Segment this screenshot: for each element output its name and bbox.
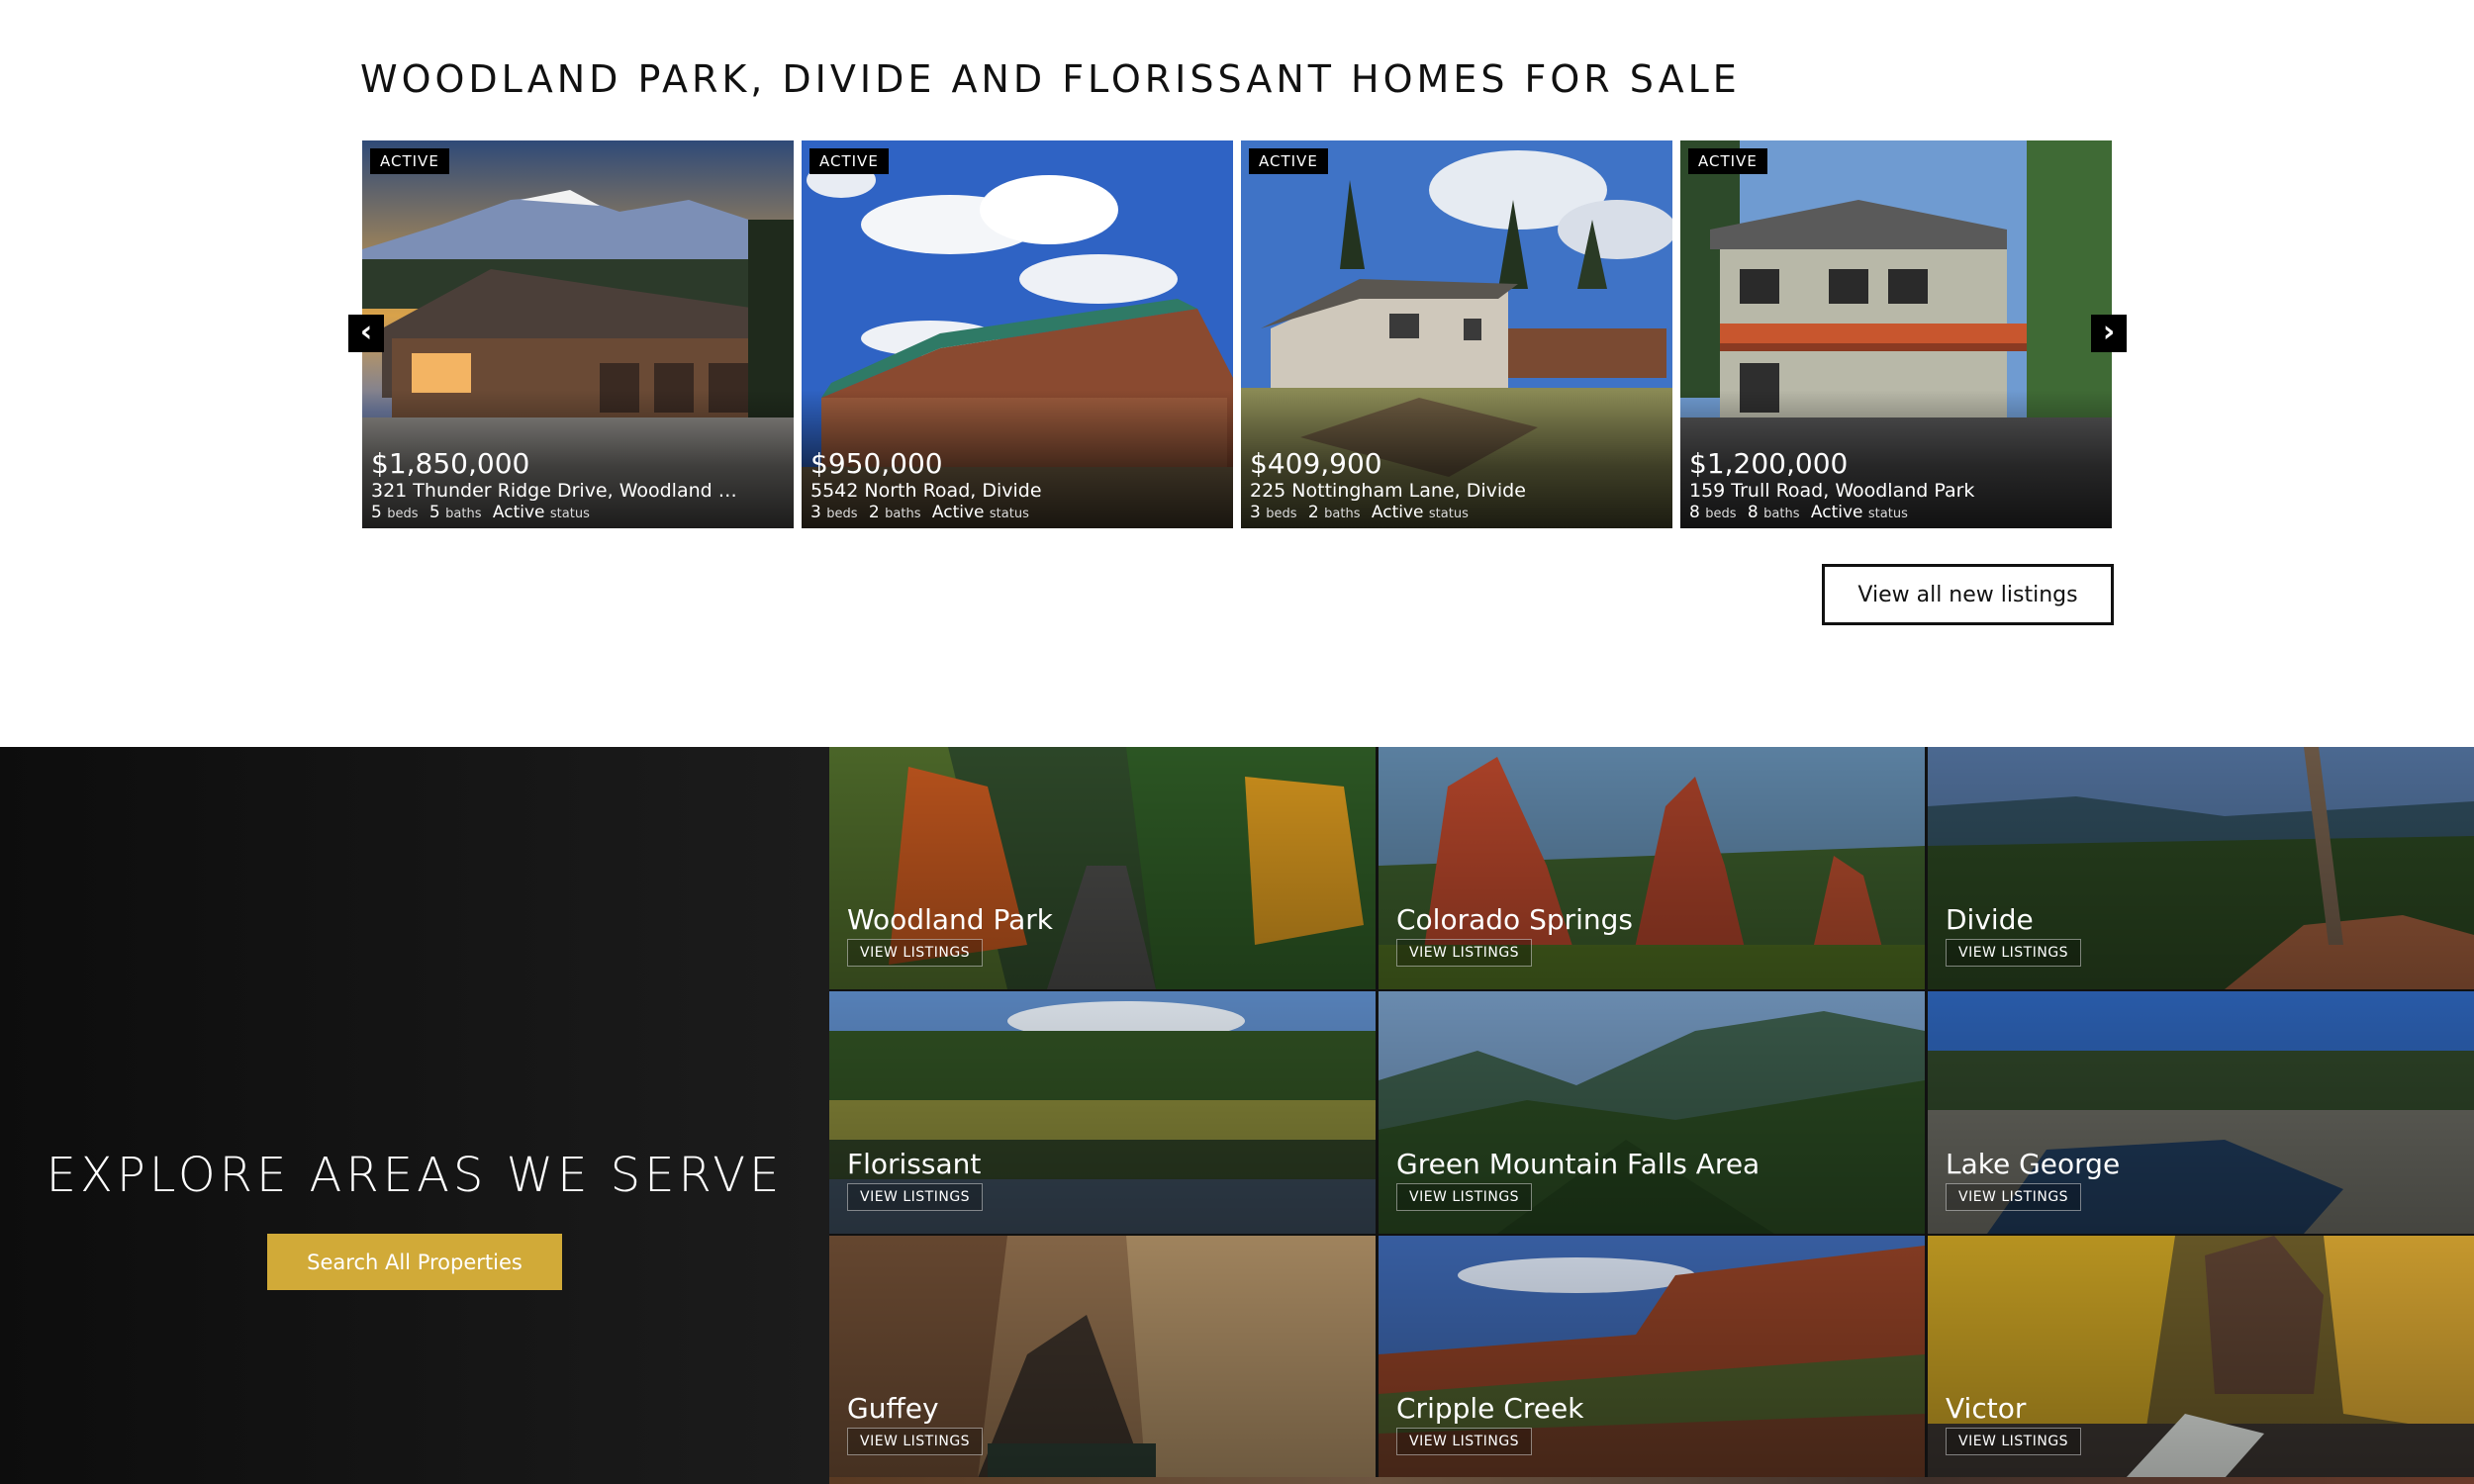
area-tile-florissant[interactable]: Florissant VIEW LISTINGS [829,991,1376,1234]
listings-title: WOODLAND PARK, DIVIDE AND FLORISSANT HOM… [360,57,1741,101]
status-value: Active [931,503,985,522]
chevron-left-icon[interactable]: ‹ [348,315,384,352]
beds-value: 3 [1250,503,1261,522]
listing-meta: 3 beds 2 baths Active status [1250,503,1475,522]
area-tile-colorado-springs[interactable]: Colorado Springs VIEW LISTINGS [1379,747,1925,989]
areas-section: EXPLORE AREAS WE SERVE Search All Proper… [0,747,2474,1484]
area-name: Colorado Springs [1396,903,1634,936]
baths-label: baths [885,507,921,521]
area-tile-cripple-creek[interactable]: Cripple Creek VIEW LISTINGS [1379,1236,1925,1478]
area-name: Guffey [847,1392,939,1425]
areas-intro-panel: EXPLORE AREAS WE SERVE Search All Proper… [0,747,829,1484]
beds-label: beds [1705,507,1737,521]
baths-value: 2 [1307,503,1319,522]
listings-section: WOODLAND PARK, DIVIDE AND FLORISSANT HOM… [0,0,2474,747]
listing-price: $1,200,000 [1689,447,1849,480]
view-listings-link[interactable]: VIEW LISTINGS [1946,1428,2082,1455]
area-name: Green Mountain Falls Area [1396,1148,1760,1180]
status-badge: ACTIVE [370,148,449,174]
view-listings-link[interactable]: VIEW LISTINGS [847,1183,984,1211]
listing-address: 225 Nottingham Lane, Divide [1250,480,1526,502]
listing-address: 5542 North Road, Divide [810,480,1042,502]
area-name: Divide [1946,903,2034,936]
search-all-properties-button[interactable]: Search All Properties [267,1234,562,1290]
view-listings-link[interactable]: VIEW LISTINGS [1396,1183,1533,1211]
status-label: status [1428,507,1469,521]
baths-value: 5 [428,503,440,522]
beds-value: 5 [371,503,382,522]
status-badge: ACTIVE [809,148,889,174]
area-name: Florissant [847,1148,982,1180]
beds-value: 8 [1689,503,1700,522]
area-name: Cripple Creek [1396,1392,1584,1425]
listing-price: $409,900 [1250,447,1382,480]
beds-value: 3 [810,503,821,522]
area-tile-woodland-park[interactable]: Woodland Park VIEW LISTINGS [829,747,1376,989]
status-value: Active [492,503,545,522]
status-badge: ACTIVE [1688,148,1767,174]
baths-label: baths [445,507,482,521]
listing-card[interactable]: ACTIVE $950,000 5542 North Road, Divide … [802,140,1233,528]
listing-meta: 3 beds 2 baths Active status [810,503,1035,522]
area-name: Woodland Park [847,903,1053,936]
status-value: Active [1371,503,1424,522]
area-name: Victor [1946,1392,2027,1425]
baths-value: 8 [1747,503,1759,522]
view-listings-link[interactable]: VIEW LISTINGS [1396,1428,1533,1455]
status-label: status [1867,507,1908,521]
areas-title: EXPLORE AREAS WE SERVE [46,1148,784,1203]
listing-card[interactable]: ACTIVE $1,850,000 321 Thunder Ridge Driv… [362,140,794,528]
area-name: Lake George [1946,1148,2121,1180]
listing-price: $950,000 [810,447,943,480]
next-row-preview [829,1477,2474,1484]
beds-label: beds [1266,507,1297,521]
baths-label: baths [1324,507,1361,521]
area-tile-divide[interactable]: Divide VIEW LISTINGS [1928,747,2474,989]
status-value: Active [1810,503,1863,522]
listing-meta: 8 beds 8 baths Active status [1689,503,1914,522]
chevron-right-icon[interactable]: › [2091,315,2127,352]
listing-meta: 5 beds 5 baths Active status [371,503,596,522]
baths-label: baths [1763,507,1800,521]
listing-card[interactable]: ACTIVE $1,200,000 159 Trull Road, Woodla… [1680,140,2112,528]
view-listings-link[interactable]: VIEW LISTINGS [1396,939,1533,967]
listing-card[interactable]: ACTIVE $409,900 225 Nottingham Lane, Div… [1241,140,1672,528]
area-tile-victor[interactable]: Victor VIEW LISTINGS [1928,1236,2474,1478]
status-badge: ACTIVE [1249,148,1328,174]
area-tile-lake-george[interactable]: Lake George VIEW LISTINGS [1928,991,2474,1234]
area-tile-green-mountain-falls[interactable]: Green Mountain Falls Area VIEW LISTINGS [1379,991,1925,1234]
listing-price: $1,850,000 [371,447,530,480]
area-tile-guffey[interactable]: Guffey VIEW LISTINGS [829,1236,1376,1478]
view-all-listings-button[interactable]: View all new listings [1822,564,2114,625]
listings-carousel: ACTIVE $1,850,000 321 Thunder Ridge Driv… [362,140,2112,528]
listing-address: 159 Trull Road, Woodland Park [1689,480,1975,502]
status-label: status [549,507,590,521]
view-listings-link[interactable]: VIEW LISTINGS [847,939,984,967]
view-listings-link[interactable]: VIEW LISTINGS [1946,1183,2082,1211]
listing-address: 321 Thunder Ridge Drive, Woodland … [371,480,737,502]
view-listings-link[interactable]: VIEW LISTINGS [847,1428,984,1455]
baths-value: 2 [868,503,880,522]
view-listings-link[interactable]: VIEW LISTINGS [1946,939,2082,967]
beds-label: beds [387,507,419,521]
status-label: status [989,507,1029,521]
beds-label: beds [826,507,858,521]
